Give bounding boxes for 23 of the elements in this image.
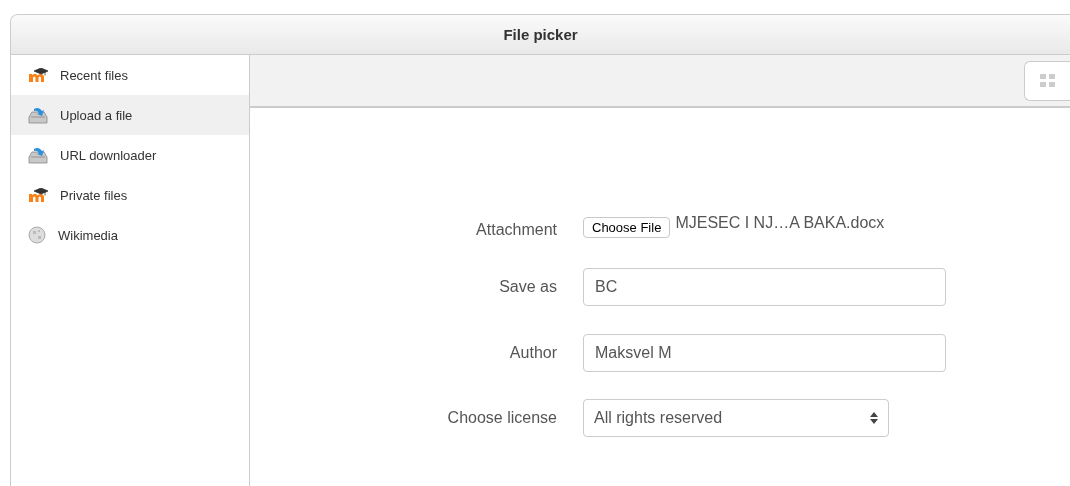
stepper-icon [870, 412, 878, 424]
grid-view-button[interactable] [1024, 60, 1070, 101]
choose-file-button[interactable]: Choose File [583, 216, 671, 238]
graduation-cap-m-icon [28, 68, 48, 82]
sidebar-item[interactable]: Recent files [11, 55, 249, 95]
field-label: Save as [498, 278, 558, 296]
grid-icon [1039, 73, 1056, 88]
upload-tray-icon [28, 106, 48, 124]
globe-icon [28, 226, 46, 244]
sidebar-item[interactable]: Private files [11, 175, 249, 215]
field-label: Choose license [446, 409, 558, 427]
sidebar-item[interactable]: URL downloader [11, 135, 249, 175]
upload-tray-icon [28, 146, 48, 164]
field-label: Author [508, 344, 558, 362]
file-name: MJESEC I NJ…A BAKA.docx [675, 214, 885, 232]
sidebar-item[interactable]: Upload a file [11, 95, 249, 135]
window-title: File picker [503, 26, 578, 43]
sidebar-item[interactable]: Wikimedia [11, 215, 249, 255]
text-field[interactable]: BC [583, 268, 946, 306]
graduation-cap-m-icon [28, 188, 48, 202]
field-label: Attachment [475, 221, 558, 239]
text-field[interactable]: Maksvel M [583, 334, 946, 372]
license-select[interactable]: All rights reserved [583, 399, 889, 437]
